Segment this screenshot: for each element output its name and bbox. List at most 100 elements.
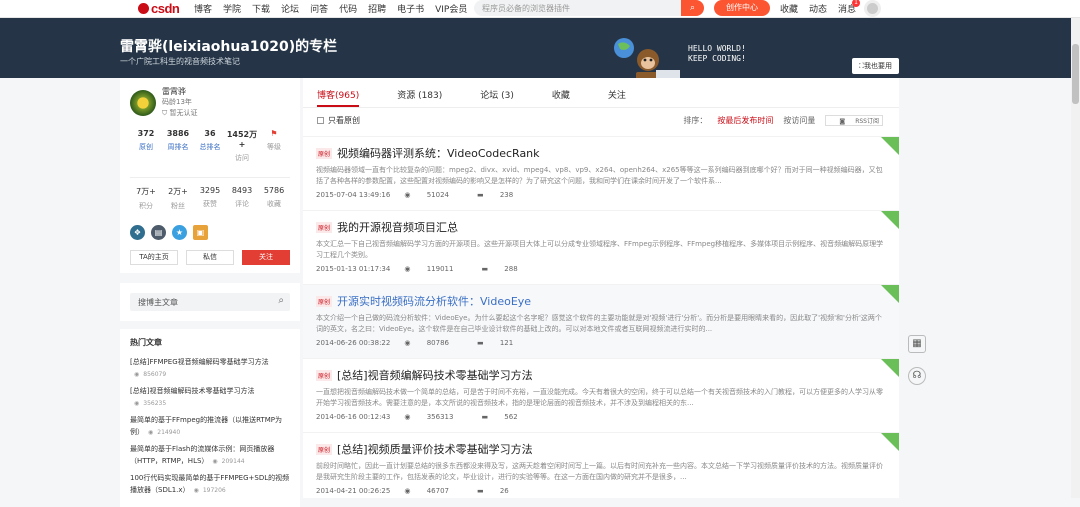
tab-following[interactable]: 关注: [608, 78, 626, 107]
activity-link[interactable]: 动态: [809, 5, 827, 15]
nav-item[interactable]: 电子书: [397, 5, 424, 15]
profile-header: 雷霄骅 码龄13年 ⛉ 暂无认证: [130, 86, 290, 119]
medal-list: ❖ ▤ ★ ▣: [130, 225, 290, 240]
page-scrollbar[interactable]: [1071, 18, 1080, 498]
profile-actions: TA的主页 私信 关注: [130, 250, 290, 265]
post-title[interactable]: 视频编码器评测系统：VideoCodecRank: [337, 145, 540, 161]
stat-total-rank[interactable]: 36 总排名: [194, 129, 226, 163]
blog-banner: 雷霄骅(leixiaohua1020)的专栏 一个广院工科生的视音频技术笔记 H…: [0, 18, 1080, 92]
post-item[interactable]: 原创 视频编码器评测系统：VideoCodecRank 视频编码器领域一直有个比较…: [303, 136, 899, 210]
post-summary: 本文汇总一下自己视音频编解码学习方面的开源项目。这些开源项目大体上可以分成专业领…: [316, 240, 884, 259]
qr-code-icon[interactable]: ▦: [908, 335, 926, 353]
author-avatar[interactable]: [130, 89, 156, 116]
post-title[interactable]: [总结]视频质量评价技术零基础学习方法: [337, 441, 533, 457]
post-title[interactable]: [总结]视音频编解码技术零基础学习方法: [337, 367, 533, 383]
author-name[interactable]: 雷霄骅: [162, 86, 197, 97]
top-search-button[interactable]: ⌕: [681, 0, 704, 16]
post-date: 2015-01-13 01:17:34: [316, 265, 391, 273]
corner-ribbon-icon: [881, 359, 899, 377]
create-center-button[interactable]: 创作中心: [714, 0, 770, 16]
main-content: 博客(965) 资源 (183) 论坛 (3) 收藏 关注 只看原创 排序： 按最…: [303, 78, 899, 498]
follow-button[interactable]: 关注: [242, 250, 290, 265]
post-item[interactable]: 原创 我的开源视音频项目汇总 本文汇总一下自己视音频编解码学习方面的开源项目。这些…: [303, 210, 899, 284]
original-only-checkbox[interactable]: 只看原创: [317, 115, 360, 126]
post-views: 356313: [426, 413, 454, 421]
post-meta: 2014-06-26 00:38:22 ◉ 80786 ▬ 121: [316, 339, 889, 347]
scrollbar-thumb[interactable]: [1072, 44, 1079, 104]
nav-item[interactable]: VIP会员: [435, 5, 467, 15]
top-nav: 博客 学院 下载 论坛 问答 代码 招聘 电子书 VIP会员: [194, 2, 478, 15]
hot-article-item[interactable]: [总结]FFMPEG视音频编解码零基础学习方法◉ 856079: [130, 356, 290, 381]
nav-item[interactable]: 问答: [310, 5, 328, 15]
sort-by-views[interactable]: 按访问量: [783, 116, 815, 125]
post-item[interactable]: 原创 [总结]视频质量评价技术零基础学习方法 前段时间略忙，因此一直计划要总结的很…: [303, 432, 899, 506]
eye-icon: ◉: [404, 413, 411, 421]
customer-service-icon[interactable]: ☊: [908, 367, 926, 385]
hot-article-item[interactable]: 最简单的基于Flash的流媒体示例：网页播放器（HTTP，RTMP，HLS） ◉ 2…: [130, 443, 290, 468]
post-summary: 一直想把视音频编解码技术做一个简单的总结，可是苦于时间不充裕，一直没能完成。今天…: [316, 388, 883, 407]
blog-subtitle: 一个广院工科生的视音频技术笔记: [120, 57, 240, 66]
top-search-input[interactable]: 程序员必备的浏览器插件: [474, 0, 704, 16]
post-meta: 2015-07-04 13:49:16 ◉ 51024 ▬ 238: [316, 191, 889, 199]
homepage-button[interactable]: TA的主页: [130, 250, 178, 265]
nav-item[interactable]: 代码: [339, 5, 357, 15]
rss-icon: ◙: [839, 118, 846, 125]
medal-icon[interactable]: ❖: [130, 225, 145, 240]
stat-favorites: 5786 收藏: [263, 186, 285, 208]
comment-icon: ▬: [481, 413, 489, 421]
csdn-logo[interactable]: csdn: [138, 1, 180, 16]
profile-card: 雷霄骅 码龄13年 ⛉ 暂无认证 372 原创 3886 周排名 36 总排名 145…: [120, 78, 300, 273]
author-age: 码龄13年: [162, 98, 192, 106]
medal-icon[interactable]: ▤: [151, 225, 166, 240]
nav-item[interactable]: 学院: [223, 5, 241, 15]
post-meta: 2014-04-21 00:26:25 ◉ 46707 ▬ 26: [316, 487, 889, 495]
post-date: 2014-04-21 00:26:25: [316, 487, 391, 495]
post-date: 2014-06-16 00:12:43: [316, 413, 391, 421]
post-comments: 288: [504, 265, 518, 273]
post-views: 46707: [426, 487, 449, 495]
corner-ribbon-icon: [881, 285, 899, 303]
favorites-link[interactable]: 收藏: [780, 5, 798, 15]
rss-button[interactable]: ◙ RSS订阅: [825, 115, 883, 126]
stat-likes: 3295 获赞: [199, 186, 221, 208]
left-sidebar: 雷霄骅 码龄13年 ⛉ 暂无认证 372 原创 3886 周排名 36 总排名 145…: [120, 78, 300, 507]
hot-article-item[interactable]: 最简单的基于FFmpeg的推流器（以推送RTMP为例） ◉ 214940: [130, 414, 290, 439]
sidebar-search: 搜博主文章 ⌕: [120, 283, 300, 321]
original-tag: 原创: [316, 443, 333, 455]
post-item[interactable]: 原创 [总结]视音频编解码技术零基础学习方法 一直想把视音频编解码技术做一个简单的…: [303, 358, 899, 432]
tab-favorites[interactable]: 收藏: [552, 78, 570, 107]
original-tag: 原创: [316, 295, 333, 307]
search-icon[interactable]: ⌕: [278, 295, 284, 306]
stat-level[interactable]: ⚑ 等级: [258, 129, 290, 163]
stat-weekly-rank[interactable]: 3886 周排名: [162, 129, 194, 163]
sort-by-time[interactable]: 按最后发布时间: [717, 116, 773, 125]
tab-blog[interactable]: 博客(965): [317, 78, 360, 107]
private-message-button[interactable]: 私信: [186, 250, 234, 265]
medal-icon[interactable]: ★: [172, 225, 187, 240]
vip-use-button[interactable]: ⛶我也要用: [852, 58, 899, 74]
hot-article-item[interactable]: [总结]视音频编解码技术零基础学习方法 ◉ 356235: [130, 385, 290, 410]
eye-icon: ◉: [193, 487, 199, 494]
level-icon: ⚑: [270, 129, 278, 138]
corner-ribbon-icon: [881, 433, 899, 451]
nav-item[interactable]: 论坛: [281, 5, 299, 15]
nav-item[interactable]: 下载: [252, 5, 270, 15]
nav-item[interactable]: 博客: [194, 5, 212, 15]
post-title[interactable]: 我的开源视音频项目汇总: [337, 219, 458, 235]
post-title[interactable]: 开源实时视频码流分析软件：VideoEye: [337, 293, 531, 309]
profile-stats-primary: 372 原创 3886 周排名 36 总排名 1452万+ 访问 ⚑ 等级: [130, 129, 290, 163]
comment-icon: ▬: [476, 339, 484, 347]
nav-item[interactable]: 招聘: [368, 5, 386, 15]
user-avatar[interactable]: [864, 0, 881, 17]
post-comments: 26: [499, 487, 509, 495]
tab-resources[interactable]: 资源 (183): [397, 78, 442, 107]
blog-search-input[interactable]: 搜博主文章 ⌕: [130, 293, 290, 311]
search-icon: ⌕: [689, 3, 696, 13]
hot-article-item[interactable]: 100行代码实现最简单的基于FFMPEG+SDL的视频播放器（SDL1.x） ◉ 1…: [130, 472, 290, 497]
blog-title[interactable]: 雷霄骅(leixiaohua1020)的专栏: [120, 36, 337, 56]
tab-forum[interactable]: 论坛 (3): [480, 78, 514, 107]
medal-icon[interactable]: ▣: [193, 225, 208, 240]
original-tag: 原创: [316, 369, 333, 381]
stat-original[interactable]: 372 原创: [130, 129, 162, 163]
post-item[interactable]: 原创 开源实时视频码流分析软件：VideoEye 本文介绍一个自己做的码流分析软件…: [303, 284, 899, 358]
